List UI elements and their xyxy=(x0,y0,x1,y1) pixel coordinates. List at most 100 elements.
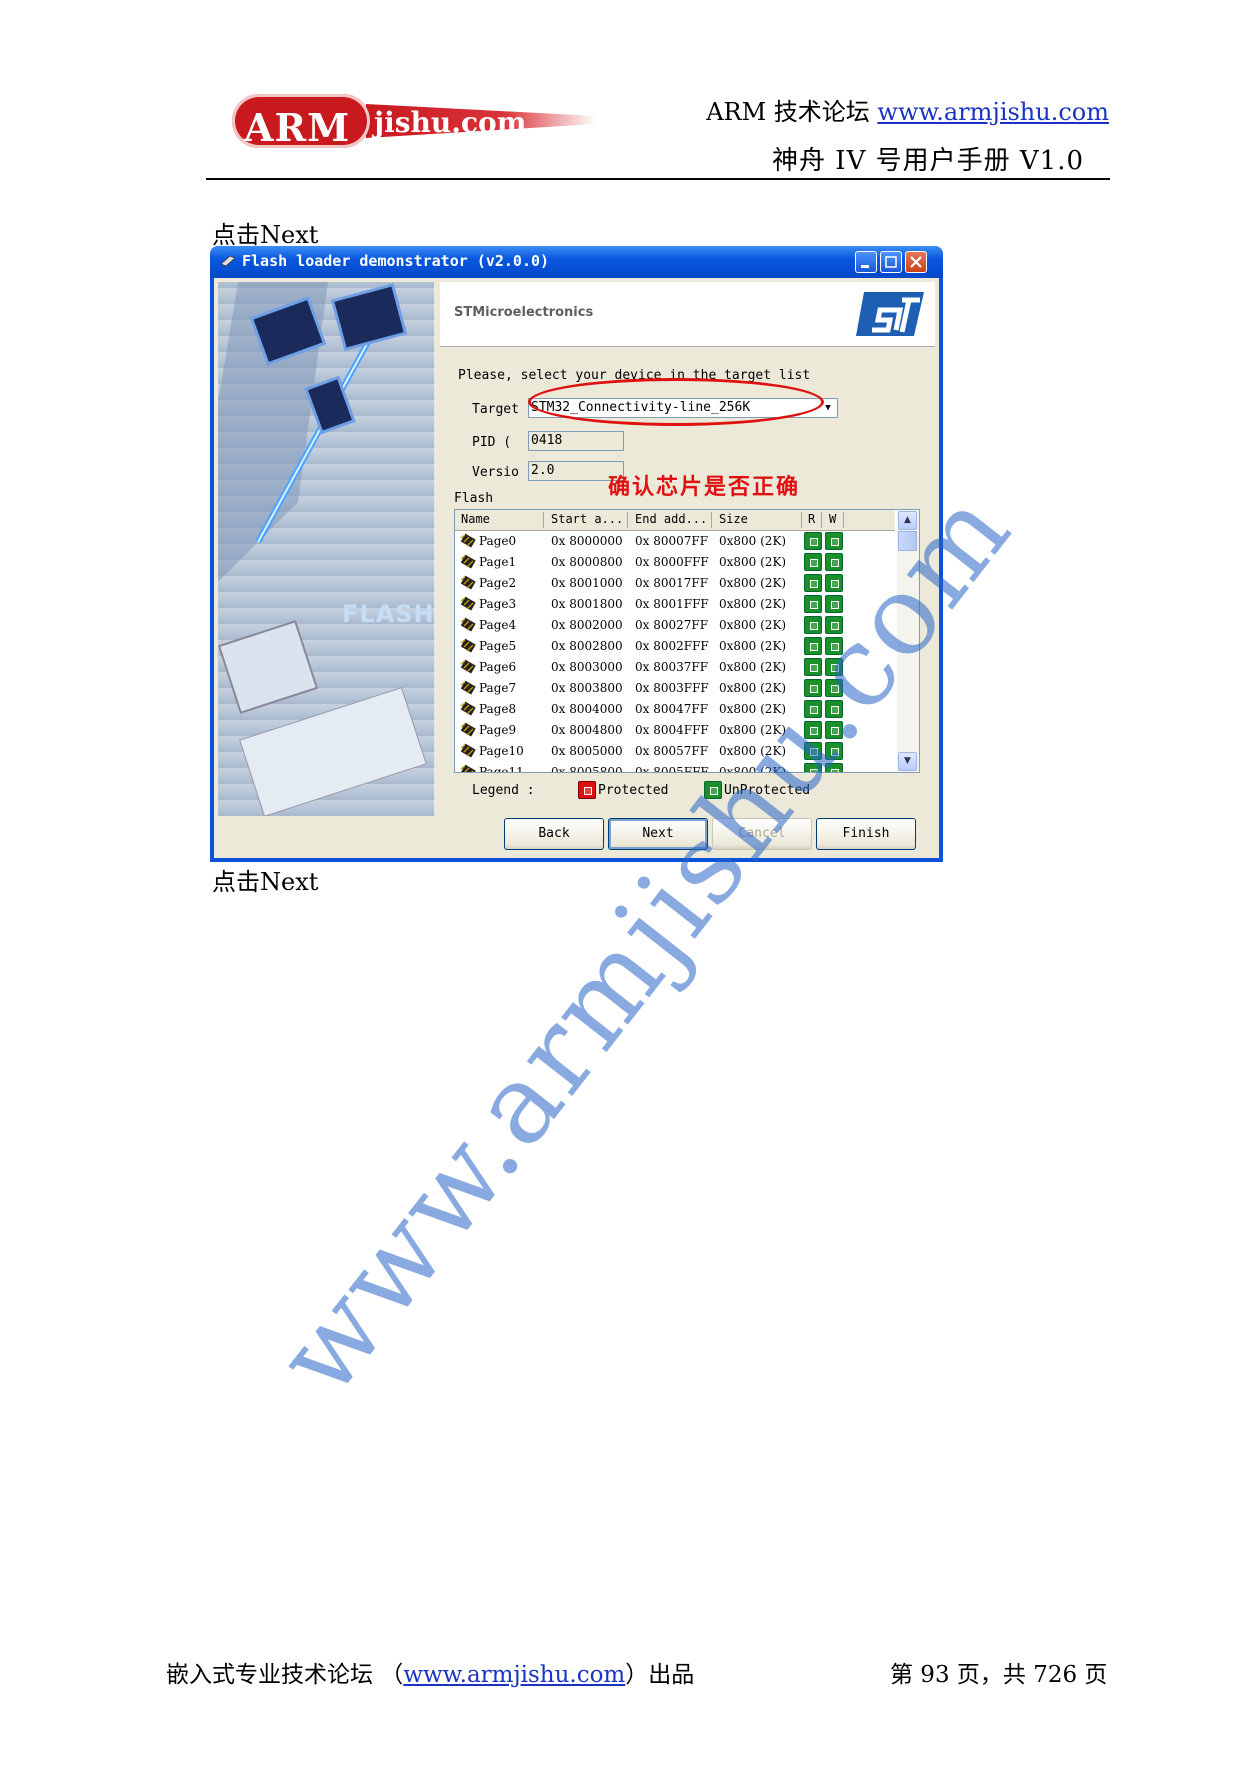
write-unprotected-lock-icon[interactable] xyxy=(825,553,843,571)
col-sep[interactable] xyxy=(543,512,544,528)
write-unprotected-lock-icon[interactable] xyxy=(825,742,843,760)
memory-chip-icon xyxy=(460,701,476,716)
header-site-link[interactable]: www.armjishu.com xyxy=(877,98,1109,126)
cell-name: Page2 xyxy=(479,576,517,590)
read-unprotected-lock-icon[interactable] xyxy=(804,616,822,634)
next-button[interactable]: Next xyxy=(608,818,708,850)
memory-chip-icon xyxy=(460,659,476,674)
cell-start: 0x 8000800 xyxy=(551,555,623,569)
col-sep[interactable] xyxy=(843,512,844,528)
read-unprotected-lock-icon[interactable] xyxy=(804,721,822,739)
table-row[interactable]: Page11 0x 8005800 0x 8005FFF 0x800 (2K) xyxy=(455,762,895,773)
footer-link[interactable]: www.armjishu.com xyxy=(403,1662,625,1688)
cell-end: 0x 8001FFF xyxy=(635,597,709,611)
write-unprotected-lock-icon[interactable] xyxy=(825,532,843,550)
write-unprotected-lock-icon[interactable] xyxy=(825,721,843,739)
cell-name: Page5 xyxy=(479,639,517,653)
read-unprotected-lock-icon[interactable] xyxy=(804,637,822,655)
write-unprotected-lock-icon[interactable] xyxy=(825,574,843,592)
memory-chip-icon xyxy=(460,638,476,653)
pid-label: PID ( xyxy=(472,435,512,450)
protected-lock-icon xyxy=(578,781,596,799)
write-unprotected-lock-icon[interactable] xyxy=(825,637,843,655)
cell-size: 0x800 (2K) xyxy=(719,618,787,632)
close-button[interactable] xyxy=(905,251,927,273)
memory-chip-icon xyxy=(460,596,476,611)
cell-end: 0x 80027FF xyxy=(635,618,709,632)
back-button[interactable]: Back xyxy=(504,818,604,850)
close-icon xyxy=(910,256,922,268)
col-sep[interactable] xyxy=(711,512,712,528)
minimize-button[interactable] xyxy=(855,251,877,273)
footer-left-suffix: ）出品 xyxy=(625,1662,695,1688)
col-r[interactable]: R xyxy=(808,512,815,526)
write-unprotected-lock-icon[interactable] xyxy=(825,763,843,772)
table-row[interactable]: Page10 0x 8005000 0x 80057FF 0x800 (2K) xyxy=(455,741,895,762)
col-size[interactable]: Size xyxy=(719,512,748,526)
finish-button[interactable]: Finish xyxy=(816,818,916,850)
cell-size: 0x800 (2K) xyxy=(719,555,787,569)
target-label: Target xyxy=(472,402,519,417)
cell-name: Page11 xyxy=(479,765,524,773)
read-unprotected-lock-icon[interactable] xyxy=(804,679,822,697)
vendor-name: STMicroelectronics xyxy=(454,305,594,320)
cell-end: 0x 80037FF xyxy=(635,660,709,674)
cell-name: Page6 xyxy=(479,660,517,674)
col-name[interactable]: Name xyxy=(461,512,490,526)
write-unprotected-lock-icon[interactable] xyxy=(825,700,843,718)
cell-start: 0x 8000000 xyxy=(551,534,623,548)
col-sep[interactable] xyxy=(801,512,802,528)
read-unprotected-lock-icon[interactable] xyxy=(804,742,822,760)
write-unprotected-lock-icon[interactable] xyxy=(825,679,843,697)
col-sep[interactable] xyxy=(821,512,822,528)
table-row[interactable]: Page6 0x 8003000 0x 80037FF 0x800 (2K) xyxy=(455,657,895,678)
read-unprotected-lock-icon[interactable] xyxy=(804,700,822,718)
col-end[interactable]: End add... xyxy=(635,512,707,526)
cell-start: 0x 8003000 xyxy=(551,660,623,674)
cell-size: 0x800 (2K) xyxy=(719,660,787,674)
cell-end: 0x 80017FF xyxy=(635,576,709,590)
header-site-prefix: ARM 技术论坛 xyxy=(706,98,878,126)
table-row[interactable]: Page4 0x 8002000 0x 80027FF 0x800 (2K) xyxy=(455,615,895,636)
logo-pill: ARM xyxy=(232,94,370,148)
read-unprotected-lock-icon[interactable] xyxy=(804,595,822,613)
cell-end: 0x 8003FFF xyxy=(635,681,709,695)
cell-start: 0x 8002000 xyxy=(551,618,623,632)
table-row[interactable]: Page3 0x 8001800 0x 8001FFF 0x800 (2K) xyxy=(455,594,895,615)
cell-size: 0x800 (2K) xyxy=(719,744,787,758)
table-row[interactable]: Page0 0x 8000000 0x 80007FF 0x800 (2K) xyxy=(455,531,895,552)
table-row[interactable]: Page1 0x 8000800 0x 8000FFF 0x800 (2K) xyxy=(455,552,895,573)
read-unprotected-lock-icon[interactable] xyxy=(804,763,822,772)
window-titlebar: Flash loader demonstrator (v2.0.0) xyxy=(210,246,943,278)
write-unprotected-lock-icon[interactable] xyxy=(825,595,843,613)
maximize-button[interactable] xyxy=(880,251,902,273)
st-logo-icon xyxy=(856,292,924,336)
read-unprotected-lock-icon[interactable] xyxy=(804,658,822,676)
memory-chip-icon xyxy=(460,722,476,737)
col-start[interactable]: Start a... xyxy=(551,512,623,526)
memory-chip-icon xyxy=(460,554,476,569)
write-unprotected-lock-icon[interactable] xyxy=(825,616,843,634)
table-row[interactable]: Page2 0x 8001000 0x 80017FF 0x800 (2K) xyxy=(455,573,895,594)
table-row[interactable]: Page5 0x 8002800 0x 8002FFF 0x800 (2K) xyxy=(455,636,895,657)
cell-size: 0x800 (2K) xyxy=(719,576,787,590)
table-row[interactable]: Page7 0x 8003800 0x 8003FFF 0x800 (2K) xyxy=(455,678,895,699)
vendor-banner: STMicroelectronics xyxy=(440,282,935,347)
col-sep[interactable] xyxy=(627,512,628,528)
cell-name: Page3 xyxy=(479,597,517,611)
read-unprotected-lock-icon[interactable] xyxy=(804,532,822,550)
read-unprotected-lock-icon[interactable] xyxy=(804,574,822,592)
table-row[interactable]: Page8 0x 8004000 0x 80047FF 0x800 (2K) xyxy=(455,699,895,720)
write-unprotected-lock-icon[interactable] xyxy=(825,658,843,676)
footer-page-info: 第 93 页，共 726 页 xyxy=(890,1662,1108,1688)
col-w[interactable]: W xyxy=(829,512,836,526)
scroll-down-icon[interactable]: ▼ xyxy=(898,752,917,771)
scroll-up-icon[interactable]: ▲ xyxy=(898,511,917,530)
table-row[interactable]: Page9 0x 8004800 0x 8004FFF 0x800 (2K) xyxy=(455,720,895,741)
target-highlight-ellipse xyxy=(528,378,824,426)
read-unprotected-lock-icon[interactable] xyxy=(804,553,822,571)
scroll-thumb[interactable] xyxy=(898,531,917,551)
cell-end: 0x 8002FFF xyxy=(635,639,709,653)
flash-table-scrollbar[interactable]: ▲ ▼ xyxy=(897,510,919,772)
cancel-button[interactable]: Cancel xyxy=(712,818,812,850)
